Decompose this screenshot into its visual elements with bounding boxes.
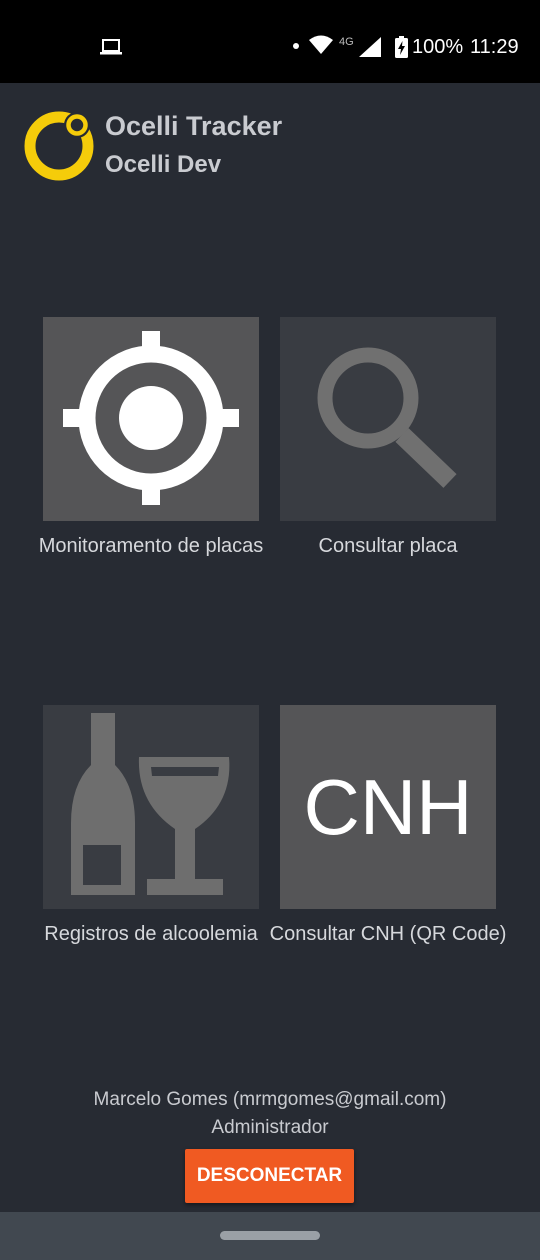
tile-registros-alcoolemia[interactable]: Registros de alcoolemia	[43, 705, 259, 945]
tile-monitoramento-placas-label: Monitoramento de placas	[38, 535, 264, 557]
ocelli-logo-icon	[24, 111, 94, 181]
battery-charging-icon	[395, 36, 408, 58]
tile-monitoramento-placas[interactable]: Monitoramento de placas	[39, 317, 263, 557]
notification-dot	[293, 43, 299, 49]
disconnect-button[interactable]: DESCONECTAR	[185, 1149, 354, 1203]
battery-percent: 100%	[412, 36, 464, 58]
cnh-icon: CNH	[303, 763, 473, 851]
user-name-email: Marcelo Gomes (mrmgomes@gmail.com)	[93, 1089, 447, 1110]
navigation-bar	[0, 1212, 540, 1260]
tile-consultar-cnh[interactable]: CNH Consultar CNH (QR Code)	[270, 705, 506, 945]
cast-icon	[100, 39, 122, 55]
search-icon	[317, 347, 457, 488]
tile-registros-alcoolemia-box[interactable]	[43, 705, 259, 909]
tile-consultar-cnh-box[interactable]: CNH	[280, 705, 496, 909]
tile-consultar-placa-box[interactable]	[280, 317, 496, 521]
signal-icon	[359, 37, 381, 57]
tile-registros-alcoolemia-label: Registros de alcoolemia	[44, 923, 258, 945]
status-bar: 4G 100% 11:29	[0, 0, 540, 83]
tile-consultar-placa-label: Consultar placa	[318, 535, 458, 557]
home-gesture-handle[interactable]	[220, 1231, 320, 1240]
user-role: Administrador	[211, 1117, 329, 1138]
user-info: Marcelo Gomes (mrmgomes@gmail.com) Admin…	[0, 1086, 540, 1142]
app-subtitle: Ocelli Dev	[105, 151, 222, 178]
network-type: 4G	[339, 36, 354, 48]
app-header: Ocelli Tracker Ocelli Dev	[0, 100, 540, 190]
tile-consultar-cnh-label: Consultar CNH (QR Code)	[269, 923, 507, 945]
wifi-icon	[309, 35, 333, 54]
app-title: Ocelli Tracker	[105, 111, 283, 141]
tile-monitoramento-placas-box[interactable]	[43, 317, 259, 521]
clock: 11:29	[470, 36, 519, 58]
bottle-glass-icon	[71, 713, 230, 895]
crosshair-icon	[63, 331, 239, 505]
tile-consultar-placa[interactable]: Consultar placa	[280, 317, 496, 557]
